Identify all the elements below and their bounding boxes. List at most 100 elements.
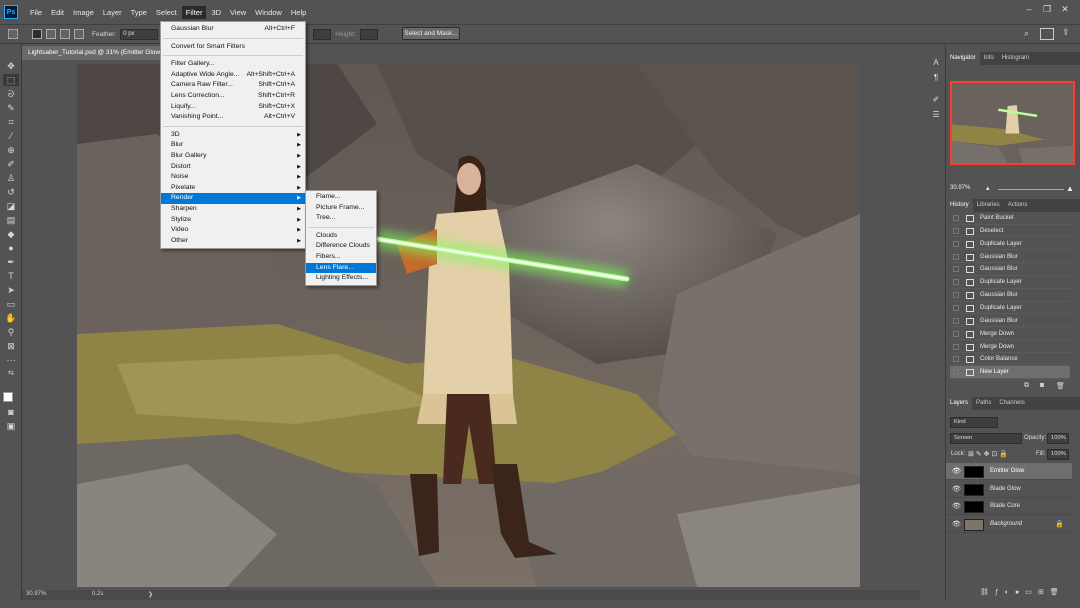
layer-name[interactable]: Blade Glow <box>990 481 1021 498</box>
menu-item-convert-for-smart-filters[interactable]: Convert for Smart Filters <box>161 42 305 53</box>
more-tools-icon[interactable]: ⋯ <box>3 354 19 366</box>
menu-item-lighting-effects[interactable]: Lighting Effects... <box>306 273 376 284</box>
brush-panel-icon[interactable]: ✐ <box>929 95 943 107</box>
layer-name[interactable]: Blade Core <box>990 498 1020 515</box>
layer-name[interactable]: Emitter Glow <box>990 463 1024 480</box>
tab-layers[interactable]: Layers <box>946 397 973 410</box>
tab-paths[interactable]: Paths <box>972 397 995 410</box>
menu-item-liquify[interactable]: Liquify... Shift+Ctrl+X <box>161 102 305 113</box>
menu-item-video[interactable]: Video ▶ <box>161 225 305 236</box>
restore-icon[interactable]: ❐ <box>1040 4 1054 18</box>
layer-row[interactable]: 👁 Blade Core <box>946 498 1072 515</box>
add-selection-button[interactable] <box>46 29 56 39</box>
workspace-icon[interactable] <box>1040 28 1054 40</box>
history-step[interactable]: Deselect <box>950 225 1070 238</box>
layer-row[interactable]: 👁 Background 🔒 <box>946 516 1072 533</box>
menu-item-vanishing-point[interactable]: Vanishing Point... Alt+Ctrl+V <box>161 112 305 123</box>
swap-colors-icon[interactable]: ⇆ <box>3 368 19 380</box>
history-step[interactable]: New Layer <box>950 366 1070 379</box>
history-step[interactable]: Gaussian Blur <box>950 289 1070 302</box>
history-checkbox[interactable] <box>953 215 959 221</box>
select-and-mask-button[interactable]: Select and Mask... <box>402 27 460 40</box>
menu-file[interactable]: File <box>26 6 46 19</box>
screen-mode-icon[interactable]: ▣ <box>3 420 19 432</box>
brush-tool-icon[interactable]: ✐ <box>3 158 19 170</box>
camera-icon[interactable]: ◙ <box>1040 382 1044 389</box>
zoom-in-icon[interactable]: ▲ <box>1066 184 1074 193</box>
navigator-zoom-value[interactable]: 30.97% <box>950 185 970 191</box>
eyedropper-tool-icon[interactable]: ⁄ <box>3 130 19 142</box>
close-icon[interactable]: ✕ <box>1058 4 1072 18</box>
menu-item-lens-correction[interactable]: Lens Correction... Shift+Ctrl+R <box>161 91 305 102</box>
history-checkbox[interactable] <box>953 356 959 363</box>
zoom-slider[interactable] <box>998 189 1064 190</box>
menu-item-stylize[interactable]: Stylize ▶ <box>161 215 305 226</box>
minimize-icon[interactable]: – <box>1022 4 1036 18</box>
type-tool-icon[interactable]: T <box>3 270 19 282</box>
zoom-tool-icon[interactable]: ⚲ <box>3 326 19 338</box>
menu-item-gaussian-blur[interactable]: Gaussian Blur Alt+Ctrl+F <box>161 24 305 35</box>
blur-tool-icon[interactable]: ◆ <box>3 228 19 240</box>
menu-item-other[interactable]: Other ▶ <box>161 236 305 247</box>
menu-item-lens-flare[interactable]: Lens Flare... <box>306 262 376 274</box>
blend-mode-select[interactable]: Screen <box>950 433 1022 444</box>
menu-item-flame[interactable]: Flame... <box>306 192 376 203</box>
menu-item-3d[interactable]: 3D ▶ <box>161 130 305 141</box>
paragraph-panel-icon[interactable]: ¶ <box>929 73 943 85</box>
height-input[interactable] <box>359 28 378 40</box>
menu-item-clouds[interactable]: Clouds <box>306 231 376 242</box>
layer-row[interactable]: 👁 Blade Glow <box>946 481 1072 498</box>
menu-edit[interactable]: Edit <box>47 6 68 19</box>
menu-item-noise[interactable]: Noise ▶ <box>161 172 305 183</box>
layer-filter-kind[interactable]: Kind <box>950 417 998 428</box>
trash-icon[interactable]: 🗑 <box>1056 382 1065 390</box>
tab-navigator[interactable]: Navigator <box>946 52 980 65</box>
layers-footer-icons[interactable]: ⛓ƒ◐●▭⊞🗑 <box>980 588 1076 596</box>
crop-tool-icon[interactable]: ⌗ <box>3 116 19 128</box>
status-zoom[interactable]: 30.97% <box>26 591 46 597</box>
visibility-eye-icon[interactable]: 👁 <box>952 481 961 498</box>
gradient-tool-icon[interactable]: ▤ <box>3 214 19 226</box>
history-checkbox[interactable] <box>953 317 959 324</box>
menu-item-picture-frame[interactable]: Picture Frame... <box>306 203 376 214</box>
menu-image[interactable]: Image <box>69 6 98 19</box>
hand-tool-icon[interactable]: ✋ <box>3 312 19 324</box>
layer-row[interactable]: 👁 Emitter Glow <box>946 463 1072 480</box>
search-icon[interactable]: ⌕ <box>1024 28 1029 39</box>
history-checkbox[interactable] <box>953 369 959 376</box>
history-step[interactable]: Duplicate Layer <box>950 302 1070 315</box>
eraser-tool-icon[interactable]: ◪ <box>3 200 19 212</box>
visibility-eye-icon[interactable]: 👁 <box>952 463 961 480</box>
tab-history[interactable]: History <box>946 199 973 212</box>
document-tab[interactable]: Lightsaber_Tutorial.psd @ 31% (Emitter G… <box>22 46 166 60</box>
history-step[interactable]: Duplicate Layer <box>950 238 1070 251</box>
move-tool-icon[interactable]: ✥ <box>3 60 19 72</box>
history-checkbox[interactable] <box>953 330 959 337</box>
quick-mask-icon[interactable]: ◙ <box>3 406 19 418</box>
history-step[interactable]: Paint Bucket <box>950 212 1070 225</box>
subtract-selection-button[interactable] <box>60 29 70 39</box>
history-step[interactable]: Duplicate Layer <box>950 276 1070 289</box>
history-brush-tool-icon[interactable]: ↺ <box>3 186 19 198</box>
menu-help[interactable]: Help <box>287 6 310 19</box>
menu-item-blur[interactable]: Blur ▶ <box>161 140 305 151</box>
status-arrow-icon[interactable]: ❯ <box>148 591 153 598</box>
history-step[interactable]: Gaussian Blur <box>950 315 1070 328</box>
menu-filter[interactable]: Filter <box>181 5 207 19</box>
dodge-tool-icon[interactable]: ● <box>3 242 19 254</box>
intersect-selection-button[interactable] <box>74 29 84 39</box>
pen-tool-icon[interactable]: ✒ <box>3 256 19 268</box>
history-step[interactable]: Merge Down <box>950 341 1070 353</box>
menu-item-adaptive-wide-angle[interactable]: Adaptive Wide Angle... Alt+Shift+Ctrl+A <box>161 70 305 81</box>
history-checkbox[interactable] <box>953 253 959 260</box>
feather-input[interactable]: 0 px <box>120 28 159 40</box>
history-checkbox[interactable] <box>953 343 959 350</box>
tab-info[interactable]: Info <box>980 52 998 65</box>
marquee-preset-button[interactable] <box>8 29 18 39</box>
healing-tool-icon[interactable]: ⊕ <box>3 144 19 156</box>
menu-view[interactable]: View <box>226 6 250 19</box>
menu-item-distort[interactable]: Distort ▶ <box>161 162 305 173</box>
new-selection-button[interactable] <box>32 29 42 39</box>
menu-item-fibers[interactable]: Fibers... <box>306 252 376 263</box>
history-checkbox[interactable] <box>953 227 959 234</box>
